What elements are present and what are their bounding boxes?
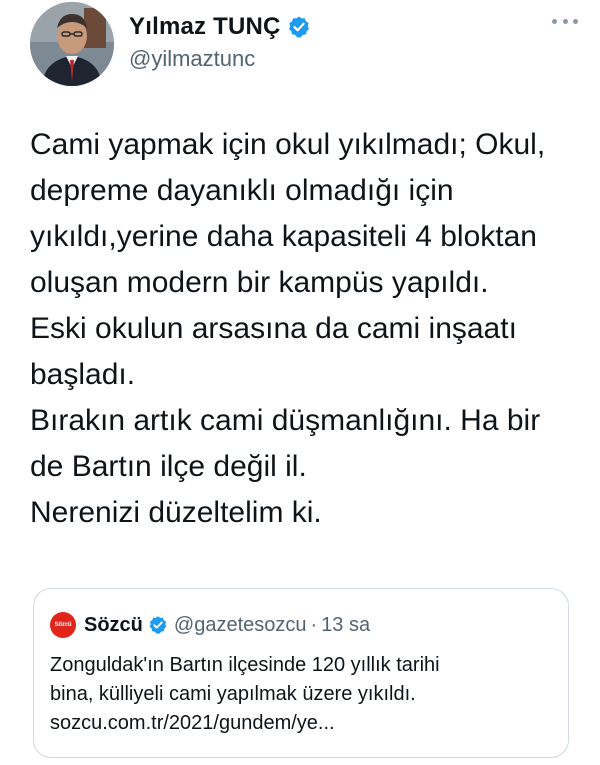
quoted-handle[interactable]: @gazetesozcu bbox=[174, 614, 307, 637]
display-name[interactable]: Yılmaz TUNÇ bbox=[129, 13, 281, 41]
quoted-text-line: bina, külliyeli cami yapılmak üzere yıkı… bbox=[50, 683, 416, 705]
quoted-display-name[interactable]: Sözcü bbox=[84, 614, 143, 637]
quoted-tweet[interactable]: Sözcü Sözcü @gazetesozcu · 13 sa Zonguld… bbox=[33, 588, 569, 758]
more-horizontal-icon[interactable] bbox=[552, 14, 578, 28]
quoted-tweet-header: Sözcü Sözcü @gazetesozcu · 13 sa bbox=[50, 611, 370, 639]
display-name-row[interactable]: Yılmaz TUNÇ bbox=[129, 12, 311, 42]
quoted-tweet-text: Zonguldak'ın Bartın ilçesinde 120 yıllık… bbox=[50, 651, 555, 738]
tweet[interactable]: Yılmaz TUNÇ @yilmaztunc Cami yapmak için… bbox=[0, 0, 600, 765]
user-handle[interactable]: @yilmaztunc bbox=[129, 46, 255, 72]
more-dot bbox=[562, 18, 568, 24]
quoted-timestamp[interactable]: 13 sa bbox=[321, 614, 370, 637]
quoted-link[interactable]: sozcu.com.tr/2021/gundem/ye... bbox=[50, 709, 555, 738]
tweet-text-line: Cami yapmak için okul yıkılmadı; Okul, bbox=[30, 128, 546, 161]
tweet-text-line: Bırakın artık cami düşmanlığını. Ha bir bbox=[30, 404, 541, 437]
tweet-text-line: oluşan modern bir kampüs yapıldı. bbox=[30, 266, 489, 299]
tweet-text-line: de Bartın ilçe değil il. bbox=[30, 450, 307, 483]
tweet-header: Yılmaz TUNÇ @yilmaztunc bbox=[30, 2, 590, 88]
verified-badge-icon bbox=[148, 615, 168, 635]
tweet-text-line: Nerenizi düzeltelim ki. bbox=[30, 496, 322, 529]
quoted-text-line: Zonguldak'ın Bartın ilçesinde 120 yıllık… bbox=[50, 654, 440, 676]
avatar[interactable] bbox=[30, 2, 114, 86]
more-dot bbox=[552, 18, 557, 24]
sozcu-logo[interactable]: Sözcü bbox=[50, 612, 76, 638]
tweet-text-line: yıkıldı,yerine daha kapasiteli 4 bloktan bbox=[30, 220, 537, 253]
tweet-text-line: depreme dayanıklı olmadığı için bbox=[30, 174, 454, 207]
tweet-text-line: başladı. bbox=[30, 358, 136, 391]
verified-badge-icon bbox=[287, 15, 311, 39]
profile-photo-icon bbox=[30, 2, 114, 86]
tweet-text-line: Eski okulun arsasına da cami inşaatı bbox=[30, 312, 517, 345]
more-dot bbox=[573, 18, 578, 24]
tweet-text: Cami yapmak için okul yıkılmadı; Okul, d… bbox=[30, 122, 585, 536]
quoted-separator: · bbox=[310, 613, 318, 636]
